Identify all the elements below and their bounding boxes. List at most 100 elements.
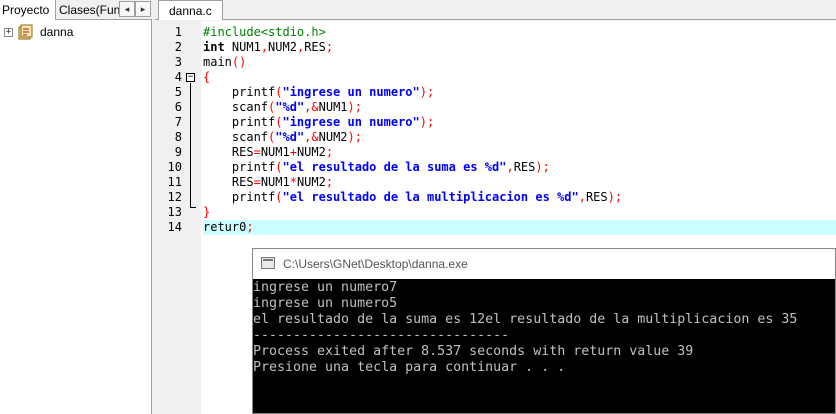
code-token: { (203, 70, 211, 84)
code-token: printf (203, 160, 276, 174)
code-line[interactable]: scanf("%d",&NUM2); (203, 130, 836, 145)
tab-danna-c[interactable]: danna.c (158, 0, 223, 20)
code-token: RES (585, 190, 608, 204)
code-token: ); (347, 130, 362, 144)
code-token: "%d" (275, 100, 305, 114)
code-token: ; (325, 40, 334, 54)
code-token: ); (419, 115, 435, 129)
line-number: 12 (167, 190, 182, 204)
code-token: ,& (304, 130, 319, 144)
code-token: NUM2 (318, 130, 348, 144)
code-token: NUM1 (318, 100, 348, 114)
console-titlebar[interactable]: C:\Users\GNet\Desktop\danna.exe (253, 249, 835, 279)
code-token: RES (203, 145, 254, 159)
project-icon (18, 24, 33, 40)
console-window[interactable]: C:\Users\GNet\Desktop\danna.exe ingrese … (252, 248, 836, 414)
code-token: NUM2 (296, 175, 326, 189)
line-number: 13 (167, 205, 182, 219)
line-number: 1 (174, 25, 182, 39)
code-line[interactable]: int NUM1,NUM2,RES; (203, 40, 836, 55)
code-token: ; (325, 145, 334, 159)
code-token: NUM2 (296, 145, 326, 159)
console-line: ingrese un numero7 (253, 280, 398, 295)
code-token: "ingrese un numero" (282, 85, 420, 99)
console-output: ingrese un numero7 ingrese un numero5 el r… (253, 279, 835, 413)
code-token: printf (203, 190, 276, 204)
line-number: 4 (174, 70, 182, 84)
code-token: scanf (203, 130, 269, 144)
fold-range-line (190, 83, 191, 207)
code-line[interactable]: retur0; (203, 220, 836, 235)
code-token: ,& (304, 100, 319, 114)
console-title: C:\Users\GNet\Desktop\danna.exe (283, 257, 468, 271)
fold-collapse-icon[interactable]: − (186, 73, 195, 82)
tab-scroll-right-button[interactable]: ▸ (135, 1, 151, 17)
code-line[interactable]: main() (203, 55, 836, 70)
project-panel-tabs: Proyecto Clases(Fun ◂ ▸ (0, 0, 152, 20)
console-line: el resultado de la suma es 12el resultad… (253, 312, 798, 327)
code-token: * (289, 175, 297, 189)
line-number: 6 (174, 100, 182, 114)
code-token: NUM1 (260, 145, 290, 159)
code-token: ); (347, 100, 362, 114)
code-line[interactable]: printf("el resultado de la suma es %d",R… (203, 160, 836, 175)
console-app-icon (261, 257, 275, 269)
tab-clases[interactable]: Clases(Fun (57, 0, 119, 20)
line-number: 11 (167, 175, 182, 189)
line-number: 9 (174, 145, 182, 159)
code-token: ); (607, 190, 623, 204)
tree-item-danna[interactable]: + danna (0, 24, 150, 42)
code-token: NUM1 (224, 40, 261, 54)
code-line[interactable]: printf("ingrese un numero"); (203, 85, 836, 100)
code-token: "el resultado de la multiplicacion es %d… (282, 190, 579, 204)
fold-range-end (190, 207, 196, 208)
code-token: int (203, 40, 225, 54)
code-token: retur0 (203, 220, 247, 234)
code-token: () (231, 55, 247, 69)
code-token: , (260, 40, 269, 54)
code-token: , (578, 190, 586, 204)
code-line[interactable]: RES=NUM1+NUM2; (203, 145, 836, 160)
code-line[interactable]: scanf("%d",&NUM1); (203, 100, 836, 115)
line-number: 2 (174, 40, 182, 54)
code-line[interactable]: RES=NUM1*NUM2; (203, 175, 836, 190)
project-panel: Proyecto Clases(Fun ◂ ▸ + danna (0, 0, 152, 414)
code-line[interactable]: printf("el resultado de la multiplicacio… (203, 190, 836, 205)
line-number: 5 (174, 85, 182, 99)
line-number: 8 (174, 130, 182, 144)
code-token: } (203, 205, 211, 219)
console-line: ingrese un numero5 (253, 296, 398, 311)
code-line[interactable]: { (203, 70, 836, 85)
code-line[interactable]: } (203, 205, 836, 220)
tree-item-label: danna (40, 25, 74, 39)
code-token: "ingrese un numero" (282, 115, 420, 129)
code-token: = (253, 145, 261, 159)
code-token: "el resultado de la suma es %d" (282, 160, 507, 174)
tab-scroll-left-button[interactable]: ◂ (119, 1, 135, 17)
line-number: 7 (174, 115, 182, 129)
code-token: NUM1 (260, 175, 290, 189)
code-token: ; (325, 175, 334, 189)
code-token: ); (535, 160, 550, 174)
code-line[interactable]: printf("ingrese un numero"); (203, 115, 836, 130)
project-tree: + danna (0, 24, 150, 42)
line-number: 10 (167, 160, 182, 174)
code-token: main (203, 55, 232, 69)
code-token: #include<stdio.h> (203, 25, 326, 39)
code-token: + (289, 145, 297, 159)
code-token: ); (419, 85, 435, 99)
console-line: Presione una tecla para continuar . . . (253, 360, 566, 375)
code-token: = (253, 175, 261, 189)
code-token: scanf (203, 100, 269, 114)
console-line: Process exited after 8.537 seconds with … (253, 344, 694, 359)
code-token: RES (304, 40, 326, 54)
code-line[interactable]: #include<stdio.h> (203, 25, 836, 40)
code-token: printf (203, 115, 276, 129)
line-number-gutter: − 1 2 3 4 5 6 7 8 9 10 11 12 13 14 (155, 21, 201, 414)
code-token: "%d" (275, 130, 305, 144)
expand-icon[interactable]: + (4, 28, 13, 37)
line-number: 14 (167, 220, 182, 234)
tab-proyecto[interactable]: Proyecto (0, 0, 56, 20)
line-number: 3 (174, 55, 182, 69)
editor-tab-bar: danna.c (155, 0, 836, 20)
